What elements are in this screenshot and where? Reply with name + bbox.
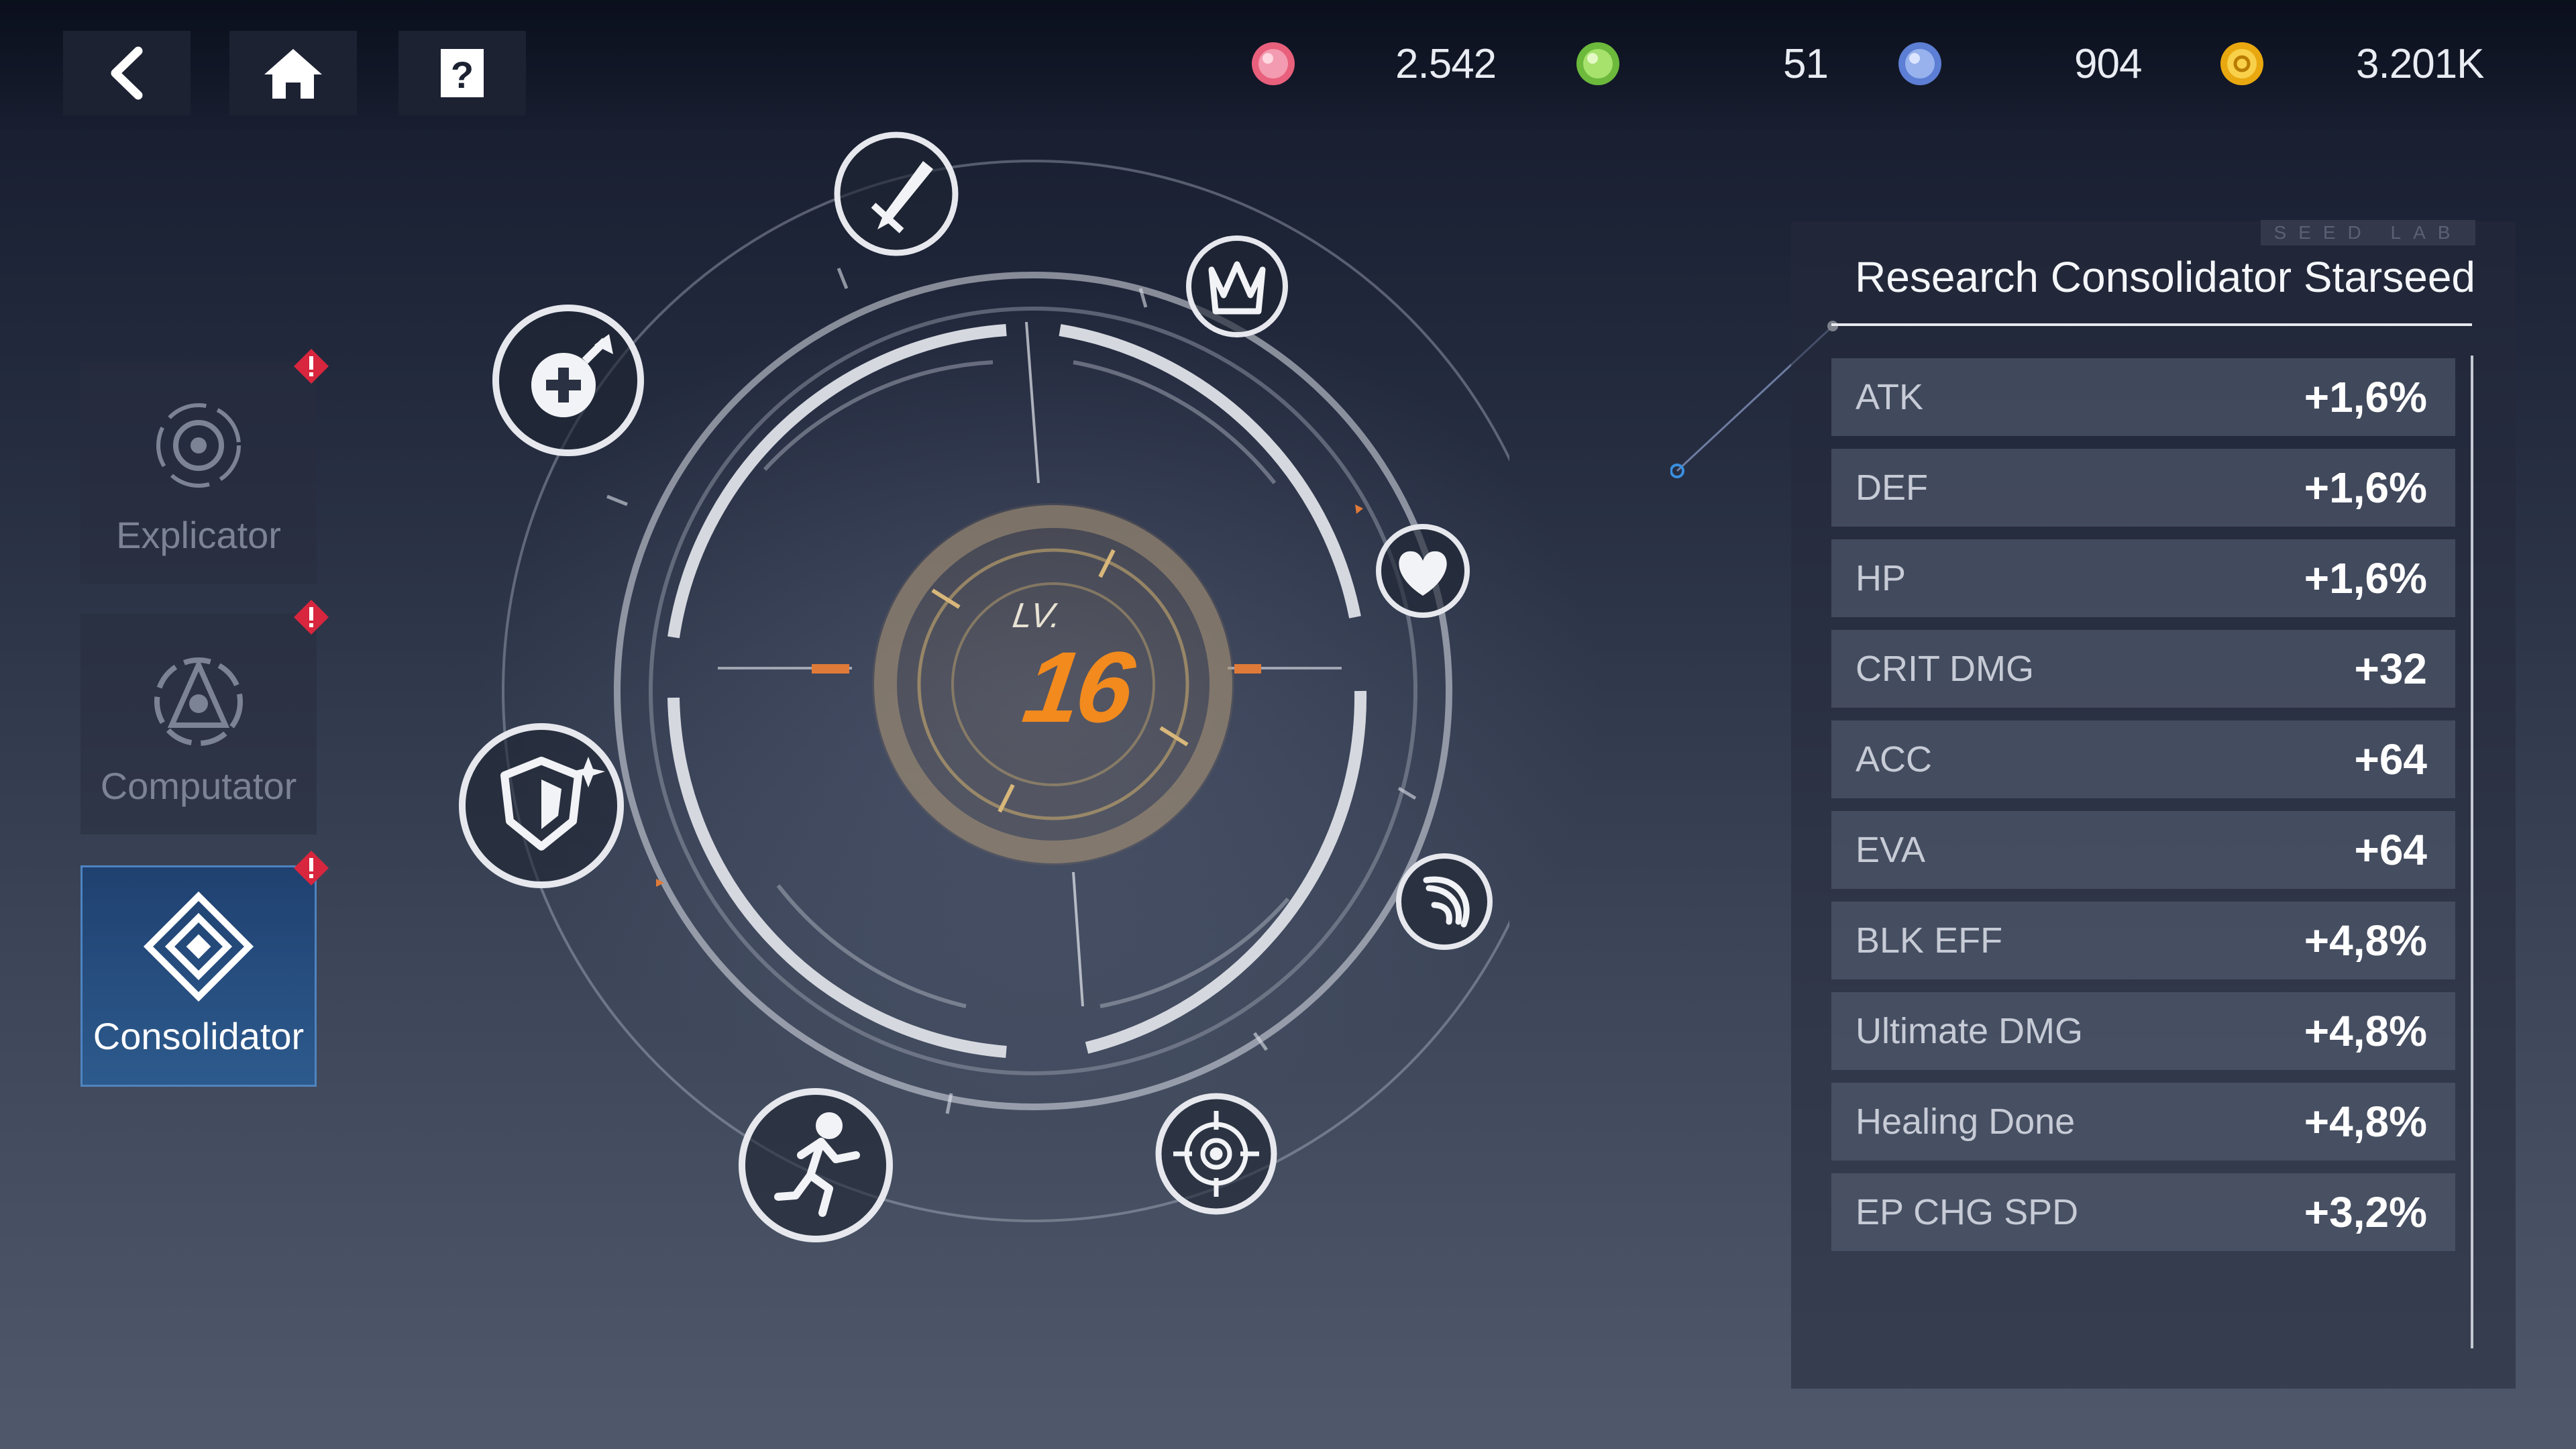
stat-row-healing-done: Healing Done +4,8% — [1831, 1083, 2455, 1161]
title-divider — [1831, 323, 2472, 326]
stat-name: Ultimate DMG — [1856, 1011, 2084, 1051]
stat-row-ep-chg-spd: EP CHG SPD +3,2% — [1831, 1173, 2455, 1251]
resource-blue[interactable] — [1894, 40, 1945, 87]
panel-tag: SEED LAB — [2261, 220, 2475, 246]
stat-name: HP — [1856, 558, 1907, 598]
stat-value: +1,6% — [2304, 373, 2427, 421]
resource-pink-value: 2.542 — [1395, 40, 1497, 87]
wave-node[interactable] — [1394, 841, 1495, 965]
stat-name: BLK EFF — [1856, 920, 2003, 961]
resource-green-value: 51 — [1783, 40, 1829, 87]
scroll-track[interactable] — [2471, 356, 2473, 1348]
sword-node[interactable] — [829, 130, 963, 261]
help-button[interactable]: ? — [398, 31, 526, 115]
sidebar-item-computator[interactable]: Computator — [80, 613, 317, 835]
research-wheel — [502, 160, 1509, 1222]
crown-node[interactable] — [1183, 229, 1291, 347]
stat-row-crit-dmg: CRIT DMG +32 — [1831, 630, 2455, 708]
green-crystal-icon — [1576, 42, 1619, 85]
heart-node[interactable] — [1373, 514, 1473, 631]
computator-icon — [154, 657, 243, 746]
help-icon: ? — [441, 49, 484, 97]
stat-value: +4,8% — [2304, 1007, 2427, 1055]
stat-row-hp: HP +1,6% — [1831, 539, 2455, 617]
runner-node[interactable] — [735, 1081, 896, 1252]
stat-row-def: DEF +1,6% — [1831, 449, 2455, 527]
sidebar-item-consolidator[interactable]: Consolidator — [80, 865, 317, 1087]
stat-value: +3,2% — [2304, 1188, 2427, 1236]
resource-gold-value: 3.201K — [2356, 40, 2485, 87]
pink-crystal-icon — [1252, 42, 1295, 85]
stat-value: +32 — [2354, 645, 2427, 693]
stat-value: +4,8% — [2304, 1097, 2427, 1146]
stat-value: +64 — [2354, 735, 2427, 784]
stat-name: DEF — [1856, 468, 1928, 508]
stat-name: CRIT DMG — [1856, 649, 2034, 689]
target-node[interactable] — [1152, 1087, 1280, 1224]
sidebar-item-explicator[interactable]: Explicator — [80, 362, 317, 584]
alert-badge — [292, 849, 330, 887]
stat-value: +1,6% — [2304, 464, 2427, 512]
level-value: 16 — [1017, 631, 1137, 743]
stat-row-eva: EVA +64 — [1831, 811, 2455, 889]
stat-name: Healing Done — [1856, 1102, 2076, 1142]
back-button[interactable] — [63, 31, 191, 115]
resource-pink[interactable] — [1248, 40, 1299, 87]
gold-coin-icon — [2220, 42, 2263, 85]
sidebar-item-label: Computator — [100, 765, 297, 807]
chevron-left-icon — [111, 46, 143, 100]
resource-gold[interactable] — [2216, 40, 2267, 87]
heal-node[interactable] — [484, 303, 652, 461]
resource-green[interactable] — [1572, 40, 1623, 87]
stat-name: ACC — [1856, 739, 1933, 780]
blue-crystal-icon — [1898, 42, 1941, 85]
alert-badge — [292, 347, 330, 385]
stat-row-acc: ACC +64 — [1831, 720, 2455, 798]
stat-name: EP CHG SPD — [1856, 1192, 2079, 1232]
stat-name: ATK — [1856, 377, 1924, 417]
home-icon — [264, 49, 322, 99]
shield-node[interactable] — [451, 722, 632, 893]
explicator-icon — [156, 403, 241, 488]
panel-title: Research Consolidator Starseed — [1855, 253, 2475, 301]
stat-name: EVA — [1856, 830, 1926, 870]
svg-text:?: ? — [451, 54, 474, 96]
stat-value: +1,6% — [2304, 554, 2427, 602]
stat-value: +4,8% — [2304, 916, 2427, 965]
stat-value: +64 — [2354, 826, 2427, 874]
home-button[interactable] — [229, 31, 357, 115]
stat-row-ultimate-dmg: Ultimate DMG +4,8% — [1831, 992, 2455, 1070]
stat-row-blk-eff: BLK EFF +4,8% — [1831, 902, 2455, 979]
sidebar-item-label: Consolidator — [93, 1015, 305, 1057]
consolidator-icon — [143, 891, 254, 1002]
stat-row-atk: ATK +1,6% — [1831, 358, 2455, 436]
alert-badge — [292, 598, 330, 636]
sidebar-item-label: Explicator — [116, 514, 281, 556]
resource-blue-value: 904 — [2074, 40, 2142, 87]
